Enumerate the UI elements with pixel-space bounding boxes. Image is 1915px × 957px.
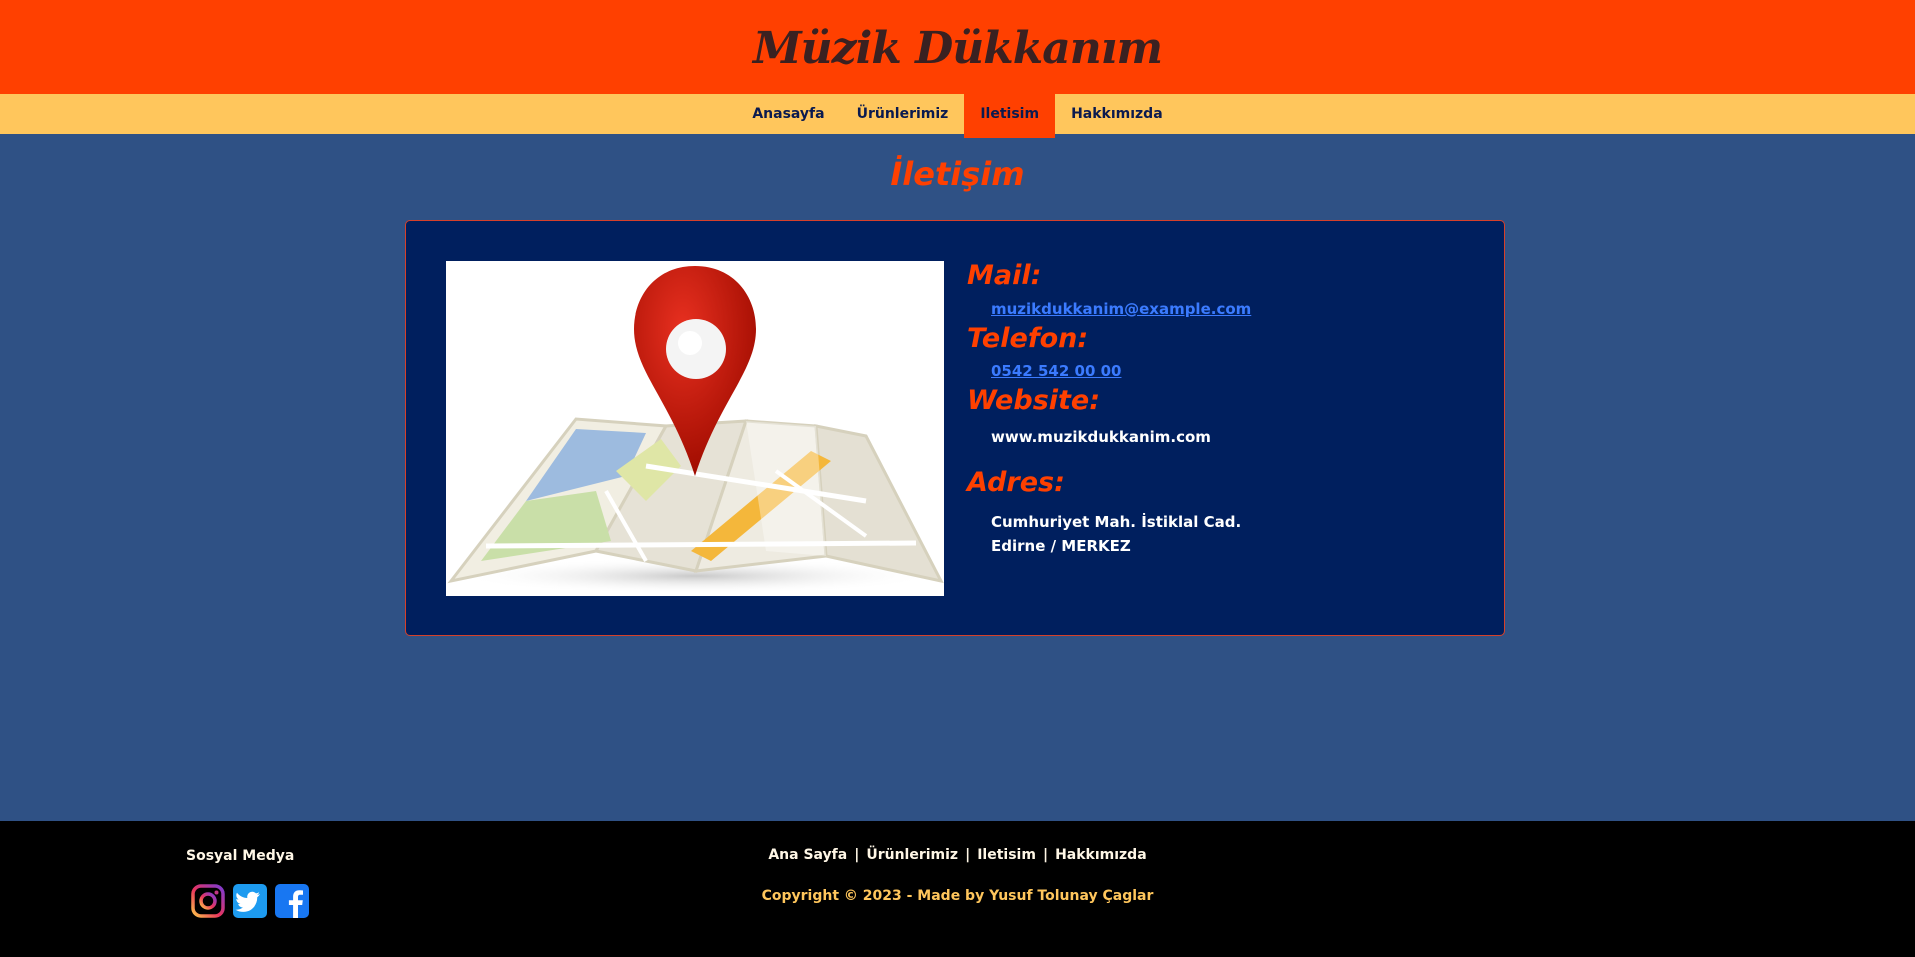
nav-item-hakkimizda[interactable]: Hakkımızda [1055,94,1179,134]
footer-links: Ana Sayfa | Ürünlerimiz | Iletisim | Hak… [0,847,1915,863]
footer-separator: | [1042,847,1049,863]
address-line-1: Cumhuriyet Mah. İstiklal Cad. [991,513,1242,531]
nav-list: Anasayfa Ürünlerimiz Iletisim Hakkımızda [736,94,1178,138]
map-location-pin-icon [446,261,944,596]
footer-link-urunlerimiz[interactable]: Ürünlerimiz [866,847,958,863]
copyright-text: Copyright © 2023 - Made by Yusuf Tolunay… [761,888,1154,904]
mail-value-wrapper: muzikdukkanim@example.com [991,300,1467,318]
nav-item-iletisim[interactable]: Iletisim [964,94,1056,138]
address-label: Adres: [967,467,1065,498]
nav-item-anasayfa[interactable]: Anasayfa [736,94,840,134]
address-value: Cumhuriyet Mah. İstiklal Cad. Edirne / M… [991,510,1467,558]
footer-link-ana-sayfa[interactable]: Ana Sayfa [768,847,847,863]
footer-link-iletisim[interactable]: Iletisim [977,847,1036,863]
phone-label: Telefon: [967,323,1089,354]
address-line-2: Edirne / MERKEZ [991,537,1131,555]
phone-link[interactable]: 0542 542 00 00 [991,362,1121,380]
footer-link-hakkimizda[interactable]: Hakkımızda [1055,847,1147,863]
contact-card: Mail: muzikdukkanim@example.com Telefon:… [405,220,1505,636]
mail-link[interactable]: muzikdukkanim@example.com [991,300,1251,318]
site-header: Müzik Dükkanım [0,0,1915,94]
main-navbar: Anasayfa Ürünlerimiz Iletisim Hakkımızda [0,94,1915,138]
site-title: Müzik Dükkanım [752,22,1163,74]
footer-separator: | [965,847,971,863]
phone-value-wrapper: 0542 542 00 00 [991,362,1467,380]
footer-separator: | [854,847,860,863]
contact-info: Mail: muzikdukkanim@example.com Telefon:… [967,259,1467,558]
map-illustration [447,266,944,594]
nav-item-urunlerimiz[interactable]: Ürünlerimiz [841,94,965,134]
page-title: İletişim [890,155,1025,193]
mail-label: Mail: [967,260,1042,291]
site-footer: Sosyal Medya Ana Sayfa | Ürünlerimiz | I… [0,821,1915,957]
website-label: Website: [967,385,1101,416]
website-value: www.muzikdukkanim.com [991,428,1211,446]
